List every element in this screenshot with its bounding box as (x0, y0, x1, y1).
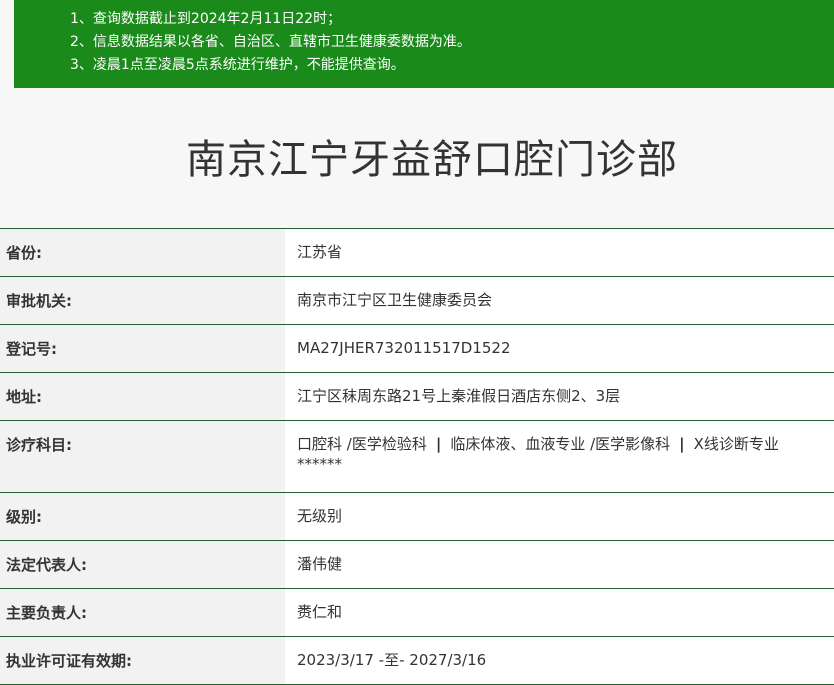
departments-label: 诊疗科目: (0, 421, 285, 492)
department-item: X线诊断专业 (693, 435, 779, 453)
department-separator: | (679, 435, 685, 453)
level-value: 无级别 (285, 493, 834, 540)
legal-rep-label: 法定代表人: (0, 541, 285, 588)
department-separator: | (435, 435, 442, 453)
authority-label: 审批机关: (0, 277, 285, 324)
department-item: 临床体液、血液专业 /医学影像科 (450, 435, 671, 453)
principal-value: 赉仁和 (285, 589, 834, 636)
notice-banner: 1、查询数据截止到2024年2月11日22时； 2、信息数据结果以各省、自治区、… (14, 0, 834, 88)
row-province: 省份: 江苏省 (0, 229, 834, 277)
principal-label: 主要负责人: (0, 589, 285, 636)
row-reg-no: 登记号: MA27JHER732011517D1522 (0, 325, 834, 373)
province-value: 江苏省 (285, 229, 834, 276)
page-title: 南京江宁牙益舒口腔门诊部 (186, 137, 678, 183)
legal-rep-value: 潘伟健 (285, 541, 834, 588)
address-label: 地址: (0, 373, 285, 420)
license-validity-value: 2023/3/17 -至- 2027/3/16 (285, 637, 834, 684)
level-label: 级别: (0, 493, 285, 540)
department-item: 口腔科 /医学检验科 (297, 435, 427, 453)
row-level: 级别: 无级别 (0, 493, 834, 541)
notice-line-3: 3、凌晨1点至凌晨5点系统进行维护，不能提供查询。 (70, 57, 405, 73)
info-table: 省份: 江苏省 审批机关: 南京市江宁区卫生健康委员会 登记号: MA27JHE… (0, 228, 834, 685)
notice-line-2: 2、信息数据结果以各省、自治区、直辖市卫生健康委数据为准。 (70, 34, 471, 50)
row-address: 地址: 江宁区秣周东路21号上秦淮假日酒店东侧2、3层 (0, 373, 834, 421)
row-principal: 主要负责人: 赉仁和 (0, 589, 834, 637)
notice-line-1: 1、查询数据截止到2024年2月11日22时； (70, 11, 342, 27)
row-license-validity: 执业许可证有效期: 2023/3/17 -至- 2027/3/16 (0, 637, 834, 685)
authority-value: 南京市江宁区卫生健康委员会 (285, 277, 834, 324)
province-label: 省份: (0, 229, 285, 276)
reg-no-value: MA27JHER732011517D1522 (285, 325, 834, 372)
row-departments: 诊疗科目: 口腔科 /医学检验科 | 临床体液、血液专业 /医学影像科 | X线诊断专业… (0, 421, 834, 493)
departments-tail: ****** (297, 455, 342, 473)
departments-value: 口腔科 /医学检验科 | 临床体液、血液专业 /医学影像科 | X线诊断专业 *****… (285, 421, 834, 492)
address-value: 江宁区秣周东路21号上秦淮假日酒店东侧2、3层 (285, 373, 834, 420)
row-authority: 审批机关: 南京市江宁区卫生健康委员会 (0, 277, 834, 325)
row-legal-rep: 法定代表人: 潘伟健 (0, 541, 834, 589)
license-validity-label: 执业许可证有效期: (0, 637, 285, 684)
reg-no-label: 登记号: (0, 325, 285, 372)
